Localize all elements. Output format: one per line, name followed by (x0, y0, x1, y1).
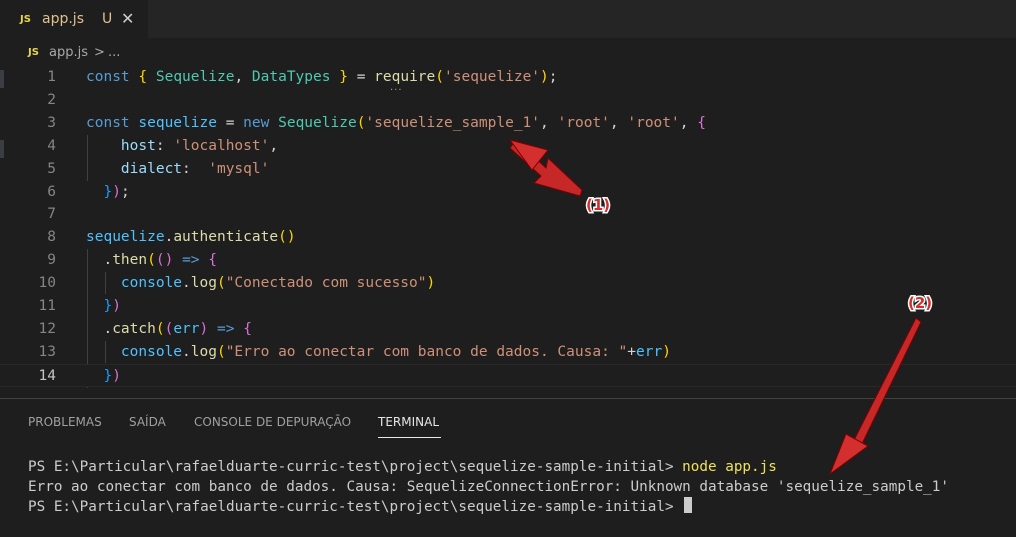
line-number: 11 (38, 298, 56, 314)
breadcrumb-more[interactable]: ... (108, 45, 120, 60)
line-number: 1 (47, 69, 56, 85)
code-text: console.log("Erro ao conectar com banco … (120, 343, 671, 360)
code-text: dialect: 'mysql' (120, 160, 270, 177)
close-icon[interactable]: ✕ (121, 9, 134, 28)
code-line[interactable]: 7 (0, 203, 1016, 226)
code-line[interactable]: 9 .then(() => { (0, 249, 1016, 272)
code-text: host: 'localhost', (120, 137, 279, 154)
code-text: }) (103, 367, 121, 384)
code-text: sequelize.authenticate() (86, 229, 296, 246)
tab-saida[interactable]: SAÍDA (129, 415, 166, 429)
code-line[interactable]: 11 }) (0, 295, 1016, 318)
breadcrumb: JS app.js > ... (0, 38, 1016, 66)
line-number: 4 (47, 137, 56, 154)
code-editor[interactable]: ··· 1 const { Sequelize, DataTypes } = re… (0, 66, 1016, 388)
code-line[interactable]: 12 .catch((err) => { (0, 318, 1016, 341)
line-number: 7 (47, 206, 56, 223)
line-number: 3 (47, 114, 56, 131)
code-line[interactable]: 10 console.log("Conectado com sucesso") (0, 272, 1016, 295)
line-number: 13 (38, 343, 56, 360)
terminal-prompt: PS E:\Particular\rafaelduarte-curric-tes… (28, 459, 683, 475)
code-line[interactable]: 8 sequelize.authenticate() (0, 226, 1016, 249)
breadcrumb-separator: > (94, 45, 105, 60)
tab-filename: app.js (42, 11, 84, 27)
code-text: }); (103, 183, 130, 200)
javascript-file-icon: JS (20, 14, 31, 25)
tab-problemas[interactable]: PROBLEMAS (28, 415, 102, 429)
line-number: 5 (47, 160, 56, 177)
terminal-prompt: PS E:\Particular\rafaelduarte-curric-tes… (28, 499, 683, 515)
breadcrumb-file[interactable]: app.js (49, 45, 88, 60)
code-line[interactable]: 3 const sequelize = new Sequelize('sequel… (0, 112, 1016, 135)
code-line[interactable]: 2 (0, 89, 1016, 112)
terminal-command: node app.js (682, 459, 777, 475)
tab-console-depuracao[interactable]: CONSOLE DE DEPURAÇÃO (194, 415, 351, 429)
code-line[interactable]: 4 host: 'localhost', (0, 135, 1016, 158)
line-number: 8 (47, 229, 56, 246)
javascript-file-icon: JS (28, 47, 39, 58)
code-text: .then(() => { (103, 252, 217, 269)
code-text: .catch((err) => { (103, 320, 252, 337)
code-line[interactable]: 14 }) (0, 363, 1016, 387)
tab-bar: JS app.js U ✕ (0, 0, 1016, 38)
code-text: }) (103, 298, 121, 314)
bottom-panel: PROBLEMAS SAÍDA CONSOLE DE DEPURAÇÃO TER… (0, 398, 1016, 537)
terminal-line-3[interactable]: PS E:\Particular\rafaelduarte-curric-tes… (28, 497, 693, 517)
code-line[interactable]: 6 }); (0, 181, 1016, 204)
line-number: 6 (47, 183, 56, 200)
code-line[interactable]: 13 console.log("Erro ao conectar com ban… (0, 341, 1016, 364)
line-number: 12 (38, 320, 56, 337)
editor-tab-app-js[interactable]: JS app.js U ✕ (0, 0, 148, 38)
code-line[interactable]: 1 const { Sequelize, DataTypes } = requir… (0, 66, 1016, 89)
terminal-output: Erro ao conectar com banco de dados. Cau… (28, 479, 949, 495)
line-number: 9 (47, 252, 56, 269)
code-text: const sequelize = new Sequelize('sequeli… (86, 114, 706, 131)
line-number: 14 (38, 367, 56, 384)
line-number: 10 (38, 275, 56, 292)
untracked-status-badge: U (102, 11, 113, 27)
terminal-cursor (684, 497, 693, 513)
active-tab-indicator (378, 437, 441, 438)
line-number: 2 (47, 91, 56, 108)
code-text: console.log("Conectado com sucesso") (120, 275, 436, 292)
terminal-line-1: PS E:\Particular\rafaelduarte-curric-tes… (28, 457, 777, 477)
code-line[interactable]: 5 dialect: 'mysql' (0, 158, 1016, 181)
tab-terminal[interactable]: TERMINAL (378, 415, 439, 429)
code-text: const { Sequelize, DataTypes } = require… (86, 69, 558, 85)
